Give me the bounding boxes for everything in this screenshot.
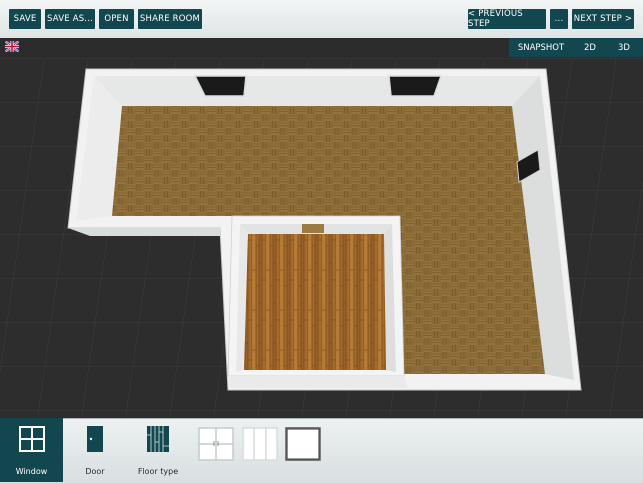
top-toolbar <box>0 0 643 39</box>
previous-step-button[interactable]: < PREVIOUS STEP <box>468 9 546 29</box>
tool-window-label: Window <box>15 467 48 476</box>
share-room-button[interactable]: SHARE ROOM <box>138 9 202 29</box>
tool-window[interactable]: Window <box>0 418 63 482</box>
back-wall-inner <box>94 76 540 106</box>
double-window-icon[interactable] <box>198 427 234 461</box>
open-button[interactable]: OPEN <box>99 9 134 29</box>
save-as-button[interactable]: SAVE AS... <box>45 9 95 29</box>
tool-floor-type-label: Floor type <box>137 467 179 476</box>
tool-door-label: Door <box>85 467 105 476</box>
inner-doorway <box>302 224 324 233</box>
front-wall-face-left <box>68 228 220 236</box>
more-button[interactable]: ... <box>550 9 568 29</box>
save-button[interactable]: SAVE <box>9 9 41 29</box>
next-step-button[interactable]: NEXT STEP > <box>572 9 634 29</box>
floor-type-icon <box>147 426 169 452</box>
single-window-icon[interactable] <box>285 427 321 461</box>
triple-window-icon[interactable] <box>242 427 278 461</box>
window-opening-2[interactable] <box>388 75 443 97</box>
tool-door[interactable]: Door <box>70 418 120 482</box>
door-icon <box>87 426 103 452</box>
mode-3d-button[interactable]: 3D <box>612 38 636 57</box>
inner-floor-planks <box>244 234 386 370</box>
tool-floor-type[interactable]: Floor type <box>130 418 186 482</box>
uk-flag-icon[interactable] <box>5 41 19 52</box>
window-icon <box>18 426 45 452</box>
mode-2d-button[interactable]: 2D <box>578 38 602 57</box>
front-wall-face-inner <box>228 376 408 388</box>
snapshot-button[interactable]: SNAPSHOT <box>512 38 570 57</box>
room-3d-view[interactable] <box>0 58 643 418</box>
